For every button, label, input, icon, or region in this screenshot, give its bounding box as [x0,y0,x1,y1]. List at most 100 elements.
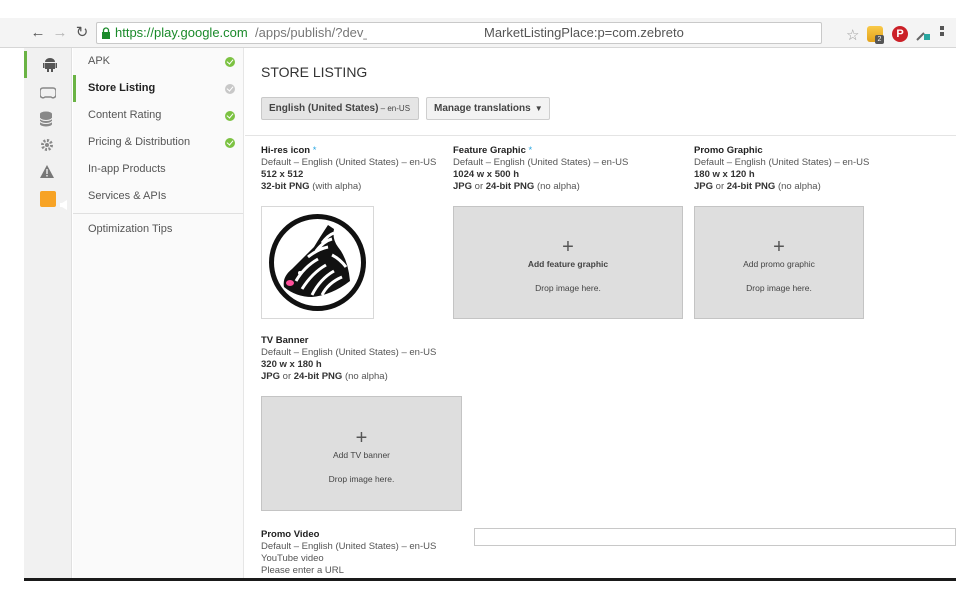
extension-icon[interactable]: 2 [867,26,884,44]
browser-menu-icon[interactable] [940,26,946,42]
sidebar-item-store-listing[interactable]: Store Listing [73,75,243,102]
url-query: MarketListingPlace:p=com.zebreto [484,25,684,40]
sidebar-item-label: Services & APIs [88,190,167,202]
feature-fmt-note: (no alpha) [534,181,580,192]
hires-dims: 512 x 512 [261,169,304,180]
required-marker: * [525,145,533,156]
window-top [0,0,956,18]
chevron-down-icon: ▼ [534,104,543,113]
alert-icon [40,165,54,178]
sidebar-item-content-rating[interactable]: Content Rating [73,102,243,129]
feature-graphic-dropzone[interactable]: + Add feature graphic Drop image here. [453,206,683,319]
bookmark-star-icon[interactable]: ☆ [846,26,859,44]
add-tv-banner-label: Add TV banner [332,450,391,460]
url-redaction [367,23,467,43]
main-content: STORE LISTING English (United States) – … [245,48,956,580]
promo-fmt2: 24-bit PNG [726,181,776,192]
video-default: Default – English (United States) – en-U… [261,541,437,552]
forward-button[interactable]: → [52,24,68,42]
plus-icon: + [355,427,368,449]
sidebar-item-services-apis[interactable]: Services & APIs [73,183,243,210]
feature-title: Feature Graphic [453,145,526,156]
back-button[interactable]: ← [30,24,46,42]
promo-fmt-note: (no alpha) [775,181,821,192]
sidebar-item-pricing[interactable]: Pricing & Distribution [73,129,243,156]
video-type: YouTube video [261,553,324,564]
section-divider [245,135,956,136]
promo-title: Promo Graphic [694,145,763,156]
icon-rail [24,48,72,580]
video-hint: Please enter a URL [261,565,344,576]
reload-button[interactable]: ↻ [74,24,90,42]
hires-icon-section: Hi-res icon * Default – English (United … [261,145,451,193]
lock-icon [102,27,110,39]
gamepad-icon [40,87,56,99]
sidebar-item-label: Optimization Tips [88,223,173,235]
tv-fmt2: 24-bit PNG [293,371,343,382]
tv-banner-dropzone[interactable]: + Add TV banner Drop image here. [261,396,462,511]
promo-graphic-section: Promo Graphic Default – English (United … [694,145,914,193]
tv-or: or [280,371,294,382]
plus-icon: + [773,236,785,258]
sidebar-item-label: Content Rating [88,109,162,121]
pinterest-icon[interactable]: P [892,26,908,42]
manage-translations-button[interactable]: Manage translations ▼ [426,97,550,120]
hires-icon-image[interactable] [261,206,374,319]
sidebar-item-optimization-tips[interactable]: Optimization Tips [73,216,243,243]
hires-title: Hi-res icon [261,145,311,156]
feature-default: Default – English (United States) – en-U… [453,157,629,168]
zebra-logo-icon [269,214,366,311]
rail-settings[interactable] [24,132,72,159]
rail-optimization[interactable] [24,186,72,213]
incomplete-check-icon [225,84,235,94]
hires-format-note: (with alpha) [309,181,362,192]
feature-dims: 1024 w x 500 h [453,169,520,180]
promo-graphic-dropzone[interactable]: + Add promo graphic Drop image here. [694,206,864,319]
drop-image-label: Drop image here. [746,283,812,293]
rail-alerts[interactable] [24,159,72,186]
tv-title: TV Banner [261,335,309,346]
promo-dims: 180 w x 120 h [694,169,755,180]
url-host: https://play.google.com [115,25,248,40]
feature-fmt2: 24-bit PNG [485,181,535,192]
video-title: Promo Video [261,529,320,540]
address-bar[interactable]: https://play.google.com /apps/publish/?d… [96,22,822,44]
complete-check-icon [225,138,235,148]
language-code: – en-US [378,104,411,113]
tv-default: Default – English (United States) – en-U… [261,347,437,358]
database-icon [40,111,52,127]
gear-icon [41,139,53,151]
language-button[interactable]: English (United States) – en-US [261,97,419,120]
page-title: STORE LISTING [261,64,368,80]
megaphone-icon [40,191,67,210]
tv-dims: 320 w x 180 h [261,359,322,370]
feature-fmt1: JPG [453,181,473,192]
sidebar-item-label: Pricing & Distribution [88,136,191,148]
sidebar-item-in-app-products[interactable]: In-app Products [73,156,243,183]
promo-or: or [713,181,727,192]
promo-video-section: Promo Video Default – English (United St… [261,529,461,580]
tv-banner-section: TV Banner Default – English (United Stat… [261,335,461,383]
extension-badge: 2 [875,35,884,44]
eyedropper-icon[interactable] [915,26,931,42]
sidebar-item-apk[interactable]: APK [73,48,243,75]
complete-check-icon [225,111,235,121]
sidebar-item-label: In-app Products [88,163,166,175]
sidebar-item-label: Store Listing [88,82,156,94]
tv-fmt1: JPG [261,371,281,382]
sidebar-divider [73,213,243,214]
hires-format: 32-bit PNG [261,181,310,192]
sidebar-item-label: APK [88,55,111,67]
rail-games[interactable] [24,78,72,105]
promo-fmt1: JPG [694,181,714,192]
rail-android[interactable] [24,51,72,78]
manage-translations-label: Manage translations [434,103,531,114]
feature-graphic-section: Feature Graphic * Default – English (Uni… [453,145,693,193]
rail-database[interactable] [24,105,72,132]
promo-video-url-input[interactable] [474,528,956,546]
promo-default: Default – English (United States) – en-U… [694,157,870,168]
complete-check-icon [225,57,235,67]
add-feature-graphic-label: Add feature graphic [527,259,609,269]
required-marker: * [310,145,317,156]
tv-fmt-note: (no alpha) [342,371,388,382]
